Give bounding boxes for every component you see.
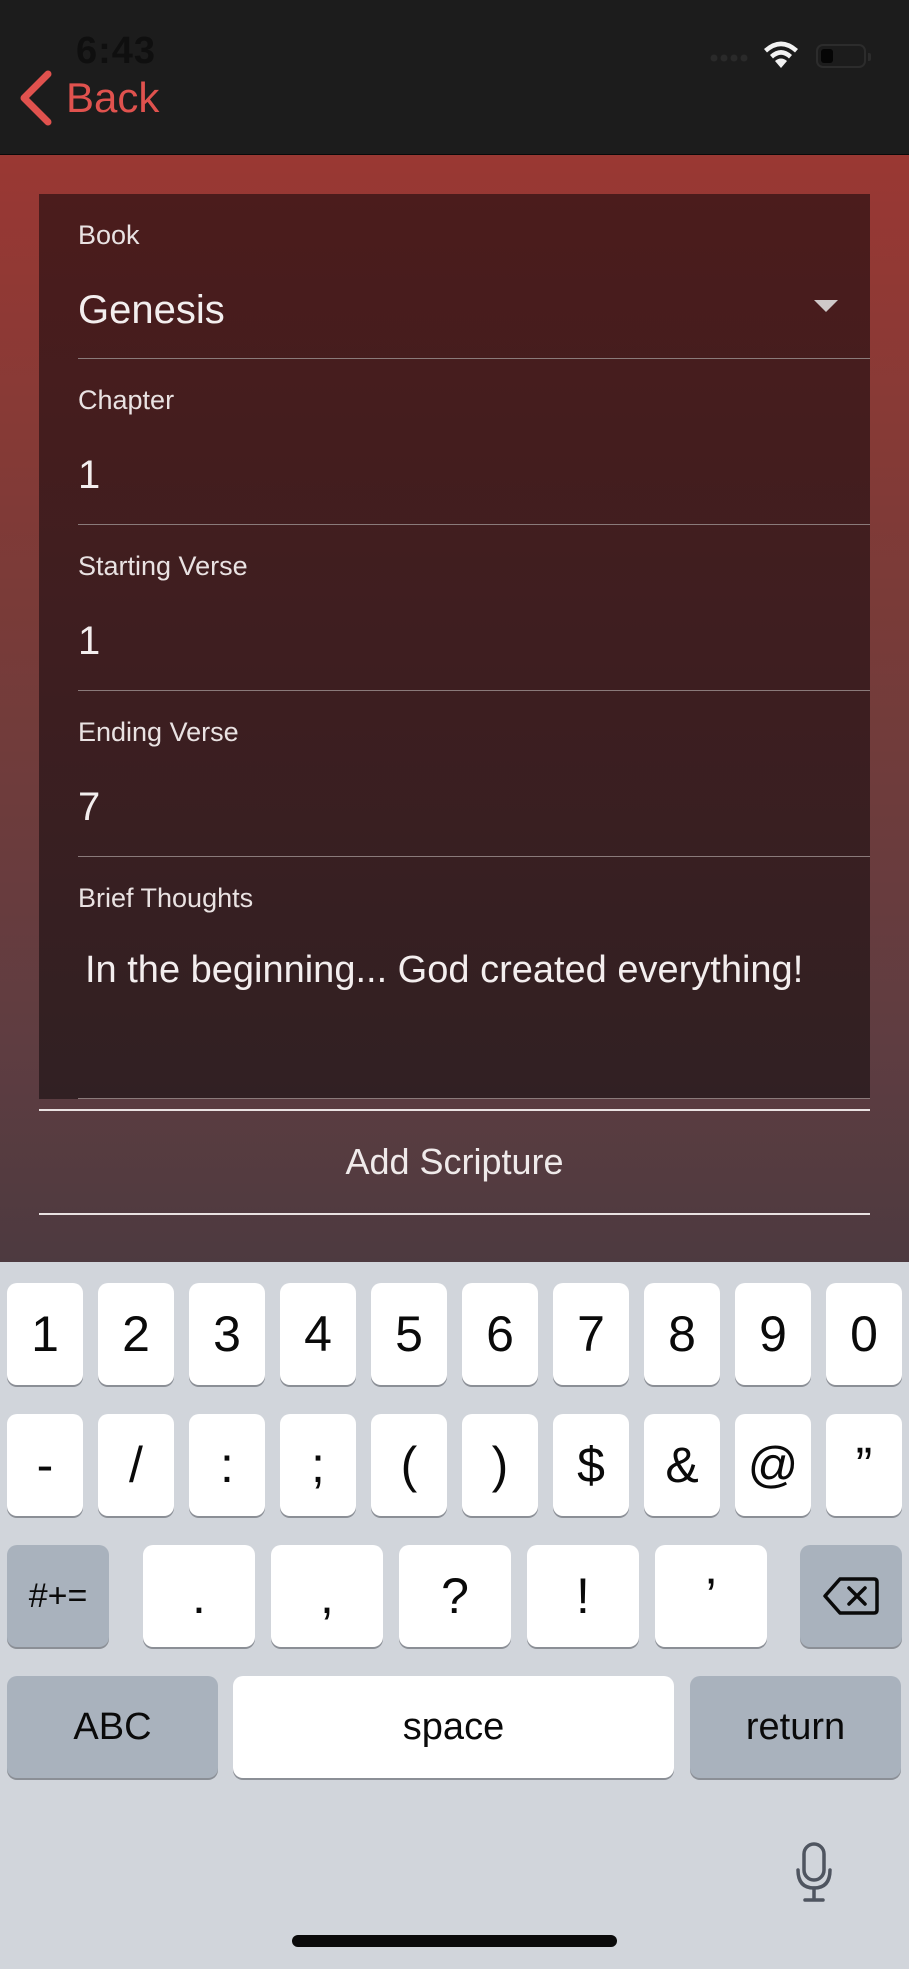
key-9[interactable]: 9 — [735, 1283, 811, 1385]
abc-key[interactable]: ABC — [7, 1676, 218, 1778]
starting-verse-value: 1 — [78, 619, 101, 663]
book-value: Genesis — [78, 288, 225, 332]
top-bar: 6:43 Back — [0, 0, 909, 155]
book-label: Book — [78, 220, 140, 250]
key-open-paren[interactable]: ( — [371, 1414, 447, 1516]
key-3[interactable]: 3 — [189, 1283, 265, 1385]
key-question[interactable]: ? — [399, 1545, 511, 1647]
starting-verse-label: Starting Verse — [78, 551, 248, 581]
ending-verse-label: Ending Verse — [78, 717, 239, 747]
key-5[interactable]: 5 — [371, 1283, 447, 1385]
key-dollar[interactable]: $ — [553, 1414, 629, 1516]
key-semicolon[interactable]: ; — [280, 1414, 356, 1516]
back-label: Back — [66, 74, 160, 121]
return-key[interactable]: return — [690, 1676, 901, 1778]
key-colon[interactable]: : — [189, 1414, 265, 1516]
key-exclamation[interactable]: ! — [527, 1545, 639, 1647]
battery-icon — [816, 44, 871, 68]
ending-verse-value: 7 — [78, 785, 101, 829]
back-button[interactable]: Back — [18, 68, 159, 128]
chapter-value: 1 — [78, 453, 101, 497]
key-4[interactable]: 4 — [280, 1283, 356, 1385]
microphone-icon[interactable] — [795, 1842, 833, 1904]
chapter-label: Chapter — [78, 385, 175, 415]
key-7[interactable]: 7 — [553, 1283, 629, 1385]
key-quote[interactable]: ” — [826, 1414, 902, 1516]
key-ampersand[interactable]: & — [644, 1414, 720, 1516]
ending-verse-field[interactable]: Ending Verse 7 — [78, 691, 870, 857]
key-apostrophe[interactable]: ’ — [655, 1545, 767, 1647]
cellular-signal-icon — [710, 54, 748, 62]
key-0[interactable]: 0 — [826, 1283, 902, 1385]
space-key[interactable]: space — [233, 1676, 674, 1778]
symbols-toggle-key[interactable]: #+= — [7, 1545, 109, 1647]
book-field[interactable]: Book Genesis — [78, 194, 870, 359]
key-6[interactable]: 6 — [462, 1283, 538, 1385]
chapter-field[interactable]: Chapter 1 — [78, 359, 870, 525]
home-indicator — [292, 1935, 617, 1947]
key-at[interactable]: @ — [735, 1414, 811, 1516]
numeric-keyboard: 1 2 3 4 5 6 7 8 9 0 - / : ; ( ) $ & @ ” … — [0, 1262, 909, 1969]
key-comma[interactable]: , — [271, 1545, 383, 1647]
starting-verse-field[interactable]: Starting Verse 1 — [78, 525, 870, 691]
key-2[interactable]: 2 — [98, 1283, 174, 1385]
key-8[interactable]: 8 — [644, 1283, 720, 1385]
key-slash[interactable]: / — [98, 1414, 174, 1516]
delete-key[interactable] — [800, 1545, 902, 1647]
key-close-paren[interactable]: ) — [462, 1414, 538, 1516]
add-scripture-button[interactable]: Add Scripture — [39, 1109, 870, 1215]
brief-thoughts-label: Brief Thoughts — [78, 883, 254, 913]
backspace-icon — [823, 1577, 879, 1615]
key-1[interactable]: 1 — [7, 1283, 83, 1385]
dropdown-arrow-icon — [814, 300, 838, 312]
status-time: 6:43 — [76, 30, 157, 72]
wifi-icon — [764, 41, 798, 68]
chevron-left-icon — [20, 70, 52, 126]
brief-thoughts-textarea[interactable]: In the beginning... God created everythi… — [85, 944, 825, 997]
key-hyphen[interactable]: - — [7, 1414, 83, 1516]
scripture-form-card: Book Genesis Chapter 1 Starting Verse 1 … — [39, 194, 870, 1099]
scripture-form-screen: Book Genesis Chapter 1 Starting Verse 1 … — [0, 155, 909, 1262]
key-period[interactable]: . — [143, 1545, 255, 1647]
